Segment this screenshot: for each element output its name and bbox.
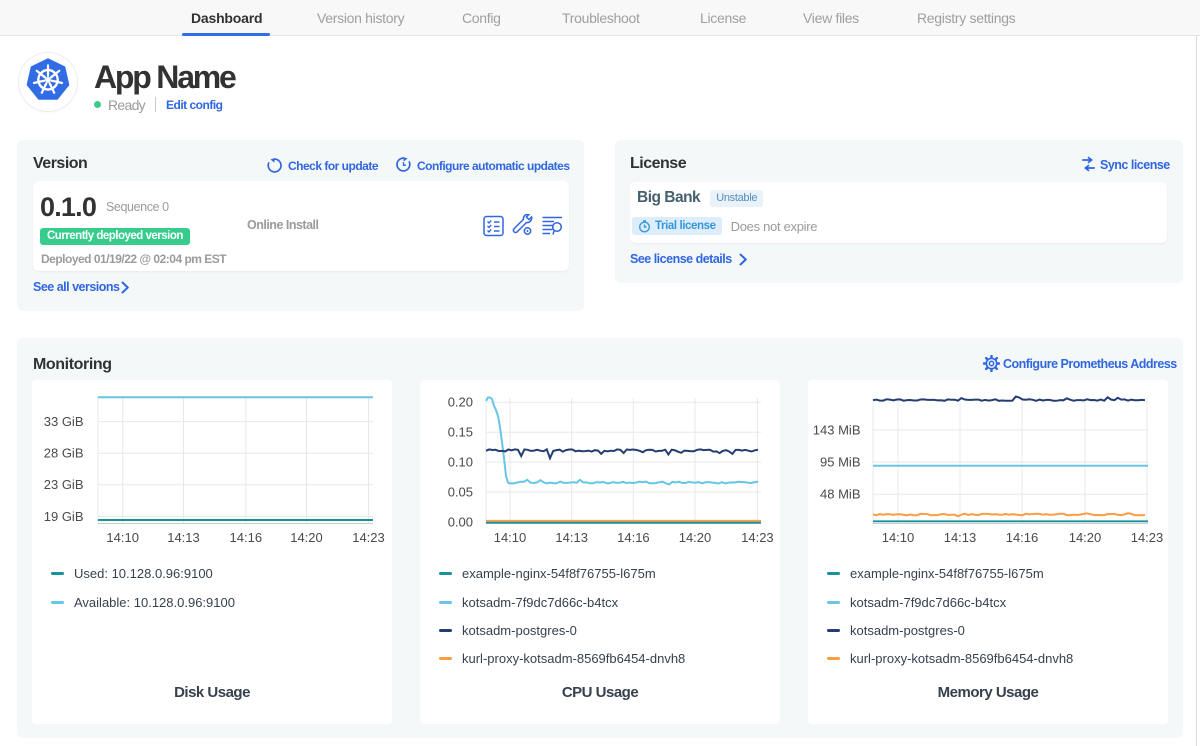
svg-text:95 MiB: 95 MiB (820, 455, 860, 470)
svg-text:14:16: 14:16 (617, 530, 650, 545)
svg-text:14:23: 14:23 (1131, 530, 1164, 545)
svg-text:14:23: 14:23 (741, 530, 774, 545)
svg-text:14:10: 14:10 (882, 530, 915, 545)
svg-text:14:16: 14:16 (1006, 530, 1039, 545)
svg-text:0.15: 0.15 (448, 425, 473, 440)
svg-text:14:13: 14:13 (167, 530, 200, 545)
svg-text:14:10: 14:10 (494, 530, 527, 545)
svg-text:14:10: 14:10 (106, 530, 139, 545)
svg-text:0.10: 0.10 (448, 455, 473, 470)
svg-text:28 GiB: 28 GiB (44, 446, 84, 461)
svg-text:143 MiB: 143 MiB (813, 422, 861, 437)
svg-text:14:20: 14:20 (679, 530, 712, 545)
svg-text:14:20: 14:20 (290, 530, 323, 545)
svg-text:33 GiB: 33 GiB (44, 414, 84, 429)
svg-text:14:23: 14:23 (352, 530, 385, 545)
svg-text:14:13: 14:13 (944, 530, 977, 545)
svg-text:0.05: 0.05 (448, 484, 473, 499)
svg-text:14:20: 14:20 (1069, 530, 1102, 545)
svg-text:48 MiB: 48 MiB (820, 487, 860, 502)
svg-text:0.20: 0.20 (448, 395, 473, 410)
svg-text:14:13: 14:13 (555, 530, 588, 545)
svg-text:0.00: 0.00 (448, 514, 473, 529)
svg-text:23 GiB: 23 GiB (44, 477, 84, 492)
svg-text:19 GiB: 19 GiB (44, 509, 84, 524)
svg-text:14:16: 14:16 (230, 530, 263, 545)
